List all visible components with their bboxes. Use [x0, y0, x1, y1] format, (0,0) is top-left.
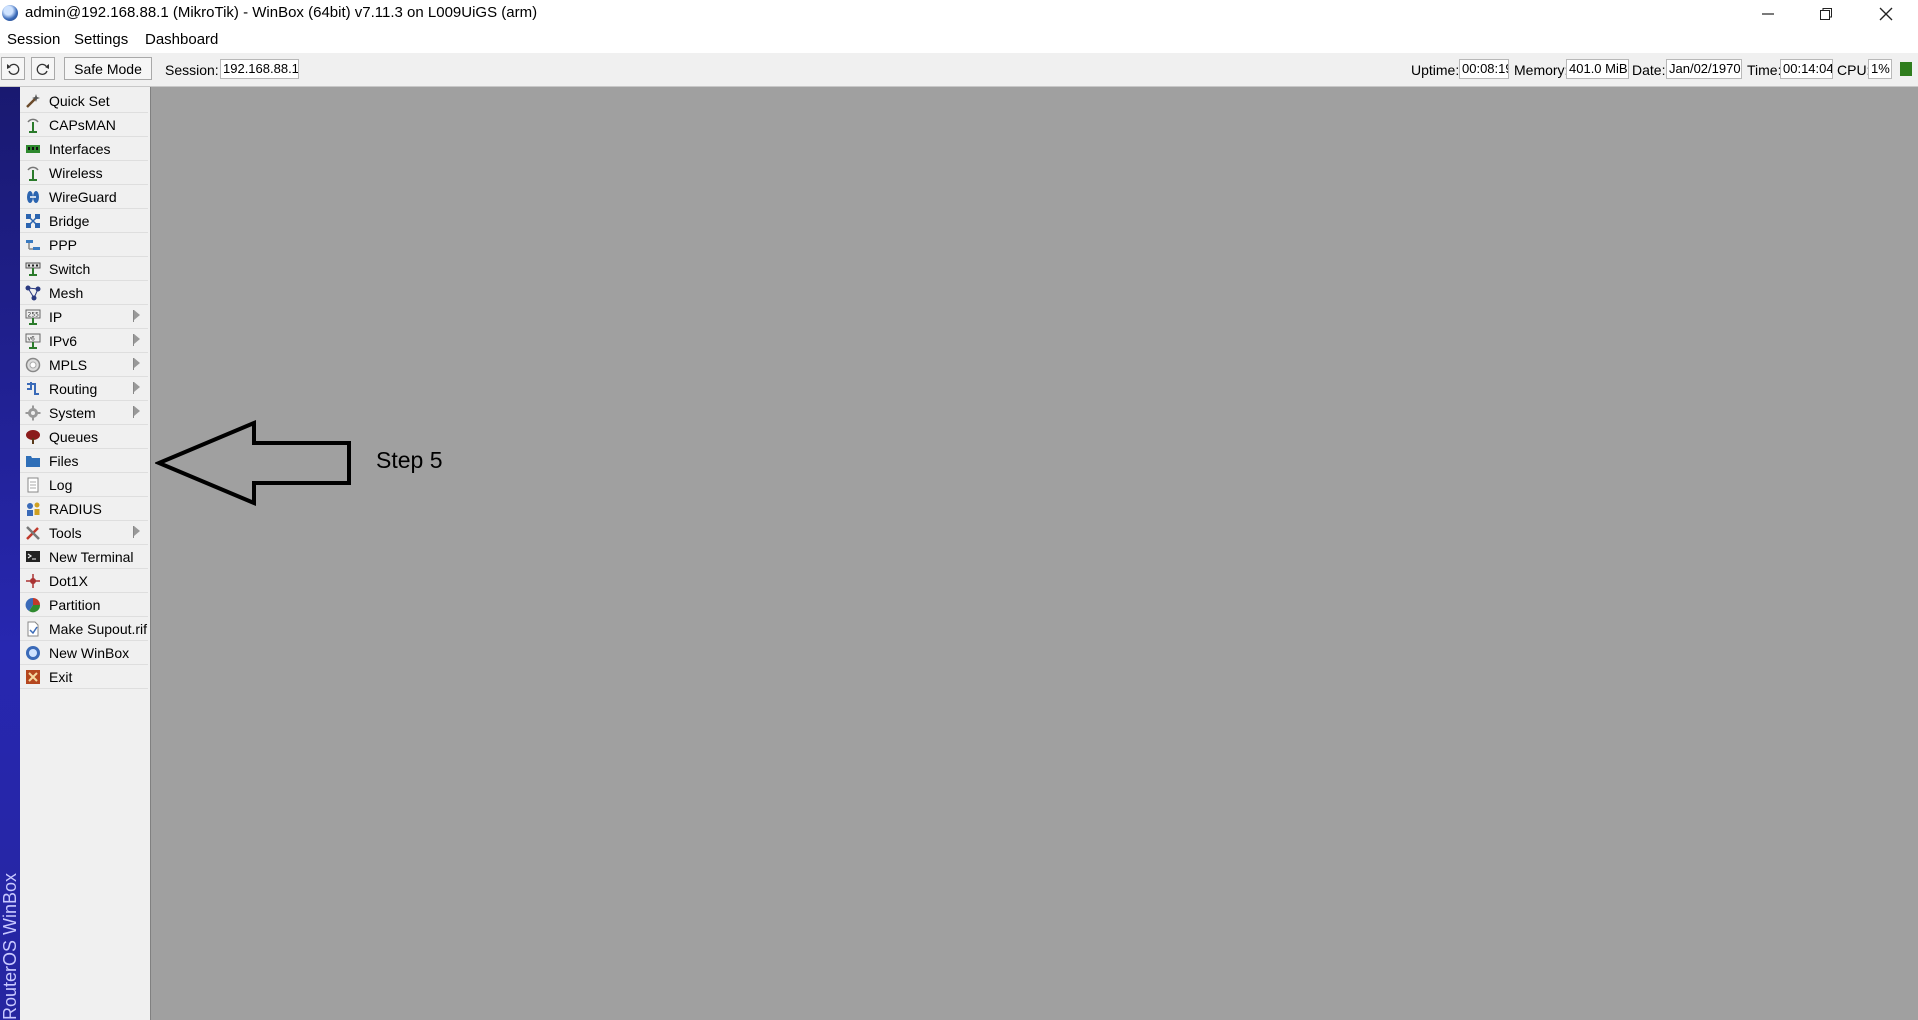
sidebar-item-new-terminal[interactable]: New Terminal	[20, 545, 148, 569]
submenu-arrow-icon	[133, 310, 142, 322]
window-title: admin@192.168.88.1 (MikroTik) - WinBox (…	[25, 4, 538, 21]
sidebar-item-ip[interactable]: 255 IP	[20, 305, 148, 329]
brand-strip: RouterOS WinBox	[0, 87, 20, 1020]
close-icon	[1879, 7, 1893, 20]
toolbar: Safe Mode Session: 192.168.88.1 Uptime: …	[0, 53, 1918, 87]
terminal-icon	[26, 551, 40, 562]
sidebar-item-mesh[interactable]: Mesh	[20, 281, 148, 305]
menu-settings[interactable]: Settings	[74, 31, 128, 48]
supout-icon	[27, 621, 39, 637]
antenna-icon	[27, 118, 39, 133]
sidebar-item-capsman[interactable]: CAPsMAN	[20, 113, 148, 137]
radius-icon	[27, 502, 40, 516]
safe-mode-button[interactable]: Safe Mode	[64, 57, 152, 80]
undo-button[interactable]	[1, 57, 25, 80]
sidebar-item-make-supout[interactable]: Make Supout.rif	[20, 617, 148, 641]
bridge-icon	[26, 214, 40, 228]
gear-icon	[25, 405, 41, 421]
restore-icon	[1820, 7, 1832, 20]
cpu-label: CPU:	[1837, 62, 1871, 78]
title-bar: admin@192.168.88.1 (MikroTik) - WinBox (…	[0, 0, 1918, 27]
mesh-icon	[25, 285, 41, 301]
sidebar-item-wireless[interactable]: Wireless	[20, 161, 148, 185]
submenu-arrow-icon	[133, 406, 142, 418]
folder-icon	[26, 456, 40, 467]
submenu-arrow-icon	[133, 358, 142, 370]
close-button[interactable]	[1858, 0, 1914, 27]
sidebar-item-mpls[interactable]: MPLS	[20, 353, 148, 377]
wireless-icon	[27, 166, 39, 181]
sidebar-item-dot1x[interactable]: Dot1X	[20, 569, 148, 593]
submenu-arrow-icon	[133, 382, 142, 394]
sidebar-item-exit[interactable]: Exit	[20, 665, 148, 689]
mpls-icon	[25, 357, 41, 373]
menu-session[interactable]: Session	[7, 31, 60, 48]
dot1x-icon	[26, 574, 40, 588]
date-value: Jan/02/1970	[1666, 59, 1742, 79]
sidebar-item-queues[interactable]: Queues	[20, 425, 148, 449]
cpu-indicator	[1900, 62, 1912, 76]
winbox-app-icon	[2, 5, 18, 21]
menu-dashboard[interactable]: Dashboard	[145, 31, 218, 48]
sidebar-menu: Quick Set CAPsMAN Interfaces Wireless Wi…	[20, 87, 151, 1020]
svg-text:255: 255	[28, 312, 40, 319]
sidebar-item-bridge[interactable]: Bridge	[20, 209, 148, 233]
sidebar-item-radius[interactable]: RADIUS	[20, 497, 148, 521]
submenu-arrow-icon	[133, 526, 142, 538]
wand-icon	[26, 94, 40, 108]
sidebar-item-files[interactable]: Files	[20, 449, 148, 473]
queues-icon	[26, 430, 40, 444]
tools-icon	[26, 526, 40, 540]
winbox-icon	[26, 646, 40, 660]
step-label: Step 5	[376, 447, 443, 473]
sidebar-item-partition[interactable]: Partition	[20, 593, 148, 617]
sidebar-item-system[interactable]: System	[20, 401, 148, 425]
sidebar-item-interfaces[interactable]: Interfaces	[20, 137, 148, 161]
svg-text:v6: v6	[28, 336, 36, 343]
cpu-value: 1%	[1868, 59, 1892, 79]
session-field[interactable]: 192.168.88.1	[220, 59, 299, 79]
minimize-button[interactable]	[1740, 0, 1796, 27]
ppp-icon	[26, 240, 40, 250]
routing-icon	[27, 382, 39, 395]
workspace-area	[151, 87, 1918, 1020]
sidebar-item-routing[interactable]: Routing	[20, 377, 148, 401]
session-label: Session:	[165, 62, 219, 78]
exit-icon	[26, 670, 40, 684]
time-value: 00:14:04	[1780, 59, 1833, 79]
sidebar-item-tools[interactable]: Tools	[20, 521, 148, 545]
ip-icon: 255	[25, 309, 41, 325]
time-label: Time:	[1747, 62, 1782, 78]
log-icon	[27, 477, 39, 493]
date-label: Date:	[1632, 62, 1666, 78]
redo-button[interactable]	[31, 57, 55, 80]
memory-label: Memory:	[1514, 62, 1569, 78]
partition-icon	[25, 597, 41, 613]
sidebar-item-new-winbox[interactable]: New WinBox	[20, 641, 148, 665]
switch-icon	[25, 262, 41, 276]
redo-icon	[36, 63, 49, 75]
uptime-value: 00:08:19	[1459, 59, 1509, 79]
ipv6-icon: v6	[25, 333, 41, 349]
brand-vertical-text: RouterOS WinBox	[0, 872, 20, 1020]
wireguard-icon	[27, 191, 39, 203]
arrow-left-icon	[155, 420, 351, 506]
sidebar-item-switch[interactable]: Switch	[20, 257, 148, 281]
sidebar-item-wireguard[interactable]: WireGuard	[20, 185, 148, 209]
memory-value: 401.0 MiB	[1566, 59, 1629, 79]
menu-bar: Session Settings Dashboard	[0, 27, 1918, 53]
sidebar-item-ppp[interactable]: PPP	[20, 233, 148, 257]
uptime-label: Uptime:	[1411, 62, 1460, 78]
minimize-icon	[1762, 12, 1774, 15]
undo-icon	[7, 63, 20, 75]
sidebar-item-quick-set[interactable]: Quick Set	[20, 89, 148, 113]
restore-button[interactable]	[1798, 0, 1854, 27]
sidebar-item-log[interactable]: Log	[20, 473, 148, 497]
interfaces-icon	[26, 145, 40, 153]
sidebar-item-ipv6[interactable]: v6 IPv6	[20, 329, 148, 353]
submenu-arrow-icon	[133, 334, 142, 346]
